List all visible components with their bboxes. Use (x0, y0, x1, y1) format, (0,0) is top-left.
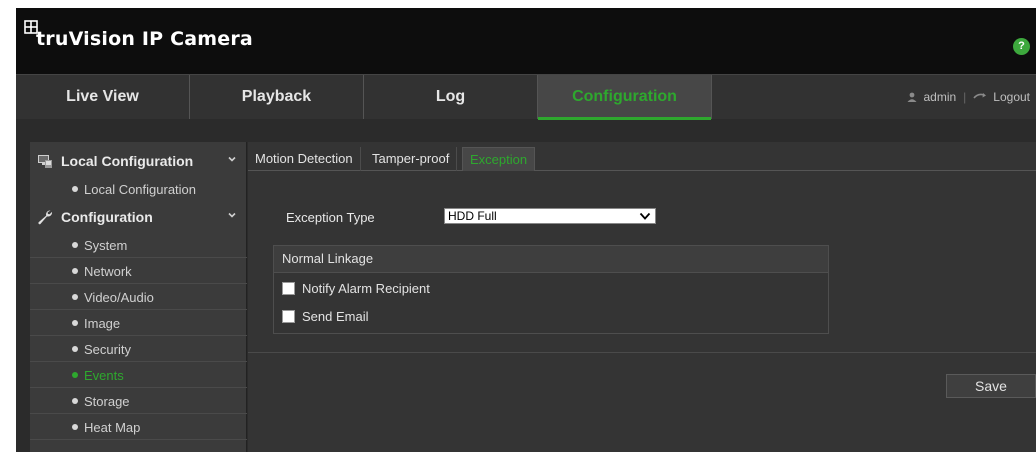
exception-type-select[interactable]: HDD Full (444, 208, 656, 224)
subtab-label: Motion Detection (255, 151, 353, 166)
sidebar-item-label: Events (84, 368, 124, 383)
subtab-bar: Motion Detection Tamper-proof Exception (248, 147, 1036, 171)
bullet-icon (72, 242, 78, 248)
subtab-motion-detection[interactable]: Motion Detection (248, 147, 361, 171)
bullet-icon (72, 294, 78, 300)
send-email-checkbox[interactable] (282, 310, 295, 323)
logout-link[interactable]: Logout (993, 90, 1030, 104)
sidebar-item-label: Local Configuration (84, 182, 197, 197)
sidebar-section-label: Configuration (61, 209, 153, 225)
subtab-exception[interactable]: Exception (462, 147, 536, 171)
sidebar-item-image[interactable]: Image (30, 310, 247, 336)
tab-playback[interactable]: Playback (190, 75, 364, 119)
sidebar-item-heat-map[interactable]: Heat Map (30, 414, 247, 440)
username[interactable]: admin (923, 90, 956, 104)
bullet-icon (72, 346, 78, 352)
chevron-down-icon (228, 156, 236, 162)
sidebar-section-local-configuration[interactable]: Local Configuration (30, 146, 247, 176)
exception-type-label: Exception Type (286, 210, 375, 225)
subtab-tamper-proof[interactable]: Tamper-proof (365, 147, 458, 171)
sidebar-item-label: Storage (84, 394, 130, 409)
logout-icon (973, 93, 987, 99)
wrench-icon (38, 210, 53, 225)
notify-alarm-recipient-checkbox[interactable] (282, 282, 295, 295)
sidebar-section-configuration[interactable]: Configuration (30, 202, 247, 232)
option-label: Send Email (302, 309, 369, 324)
tab-live-view[interactable]: Live View (16, 75, 190, 119)
sidebar-item-events[interactable]: Events (30, 362, 247, 388)
sidebar-item-label: System (84, 238, 128, 253)
app-window: truVision IP Camera ? Live View Playback… (16, 8, 1036, 452)
bullet-icon (72, 372, 78, 378)
chevron-down-icon (639, 212, 651, 220)
user-bar: admin | Logout (907, 75, 1030, 119)
logo: truVision IP Camera (24, 20, 253, 50)
content-area: Motion Detection Tamper-proof Exception … (248, 142, 1036, 452)
tab-label: Live View (66, 88, 139, 105)
user-separator: | (963, 90, 967, 104)
subtab-label: Tamper-proof (372, 151, 450, 166)
active-tab-underline (538, 117, 711, 120)
header: truVision IP Camera ? (16, 8, 1036, 74)
bullet-icon (72, 398, 78, 404)
chevron-down-icon (228, 212, 236, 218)
subtab-label: Exception (470, 152, 528, 167)
sidebar-item-label: Image (84, 316, 121, 331)
help-icon[interactable]: ? (1013, 38, 1030, 55)
sidebar-item-label: Network (84, 264, 132, 279)
exception-panel: Exception Type HDD Full Normal Linkage N… (248, 172, 1036, 353)
exception-type-value: HDD Full (448, 209, 497, 223)
tab-label: Configuration (572, 88, 677, 105)
sidebar-item-local-configuration[interactable]: Local Configuration (30, 176, 247, 200)
local-config-icon (38, 155, 52, 168)
sidebar-item-label: Heat Map (84, 420, 141, 435)
tab-label: Playback (241, 88, 312, 105)
logo-mark-icon (24, 20, 38, 34)
sidebar-item-label: Security (84, 342, 131, 357)
sidebar-item-network[interactable]: Network (30, 258, 247, 284)
sidebar-section-label: Local Configuration (61, 153, 194, 169)
save-button[interactable]: Save (946, 374, 1036, 398)
sidebar-item-storage[interactable]: Storage (30, 388, 247, 414)
normal-linkage-title: Normal Linkage (274, 246, 828, 273)
sidebar-item-security[interactable]: Security (30, 336, 247, 362)
tab-log[interactable]: Log (364, 75, 538, 119)
sidebar-item-video-audio[interactable]: Video/Audio (30, 284, 247, 310)
sidebar-item-label: Video/Audio (84, 290, 154, 305)
normal-linkage-group: Normal Linkage Notify Alarm Recipient Se… (273, 245, 829, 334)
app-title: truVision IP Camera (36, 28, 253, 50)
sidebar: Local Configuration Local Configuration … (30, 142, 247, 452)
bullet-icon (72, 424, 78, 430)
main-nav: Live View Playback Log Configuration adm… (16, 74, 1036, 120)
tab-label: Log (435, 88, 466, 105)
bullet-icon (72, 268, 78, 274)
sidebar-item-system[interactable]: System (30, 232, 247, 258)
bullet-icon (72, 320, 78, 326)
user-icon (907, 92, 917, 102)
tab-configuration[interactable]: Configuration (538, 75, 712, 120)
option-label: Notify Alarm Recipient (302, 281, 430, 296)
bullet-icon (72, 186, 78, 192)
